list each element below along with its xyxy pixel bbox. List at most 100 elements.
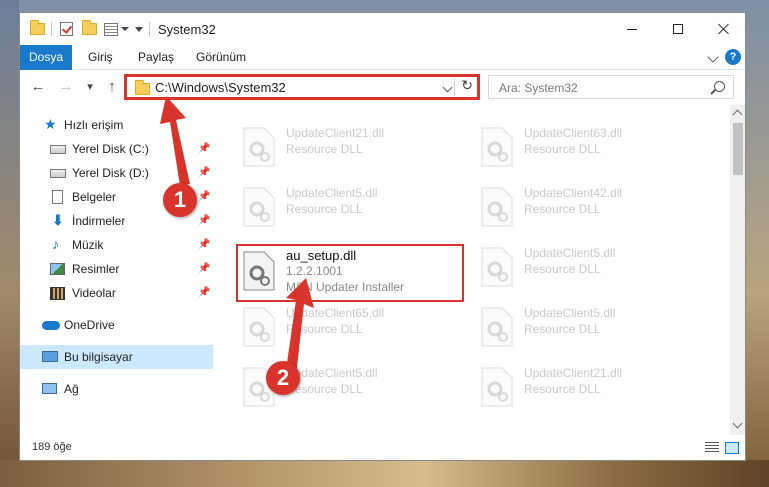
minimize-icon — [627, 28, 637, 30]
vertical-scrollbar[interactable] — [730, 105, 745, 435]
file-description: Resource DLL — [524, 262, 601, 276]
sidebar-item-label: Yerel Disk (D:) — [72, 166, 149, 180]
expand-ribbon-chevron-icon[interactable] — [707, 51, 719, 63]
file-description: Resource DLL — [524, 322, 601, 336]
sidebar-item-label: Videolar — [72, 286, 116, 300]
up-button[interactable]: ↑ — [104, 79, 120, 95]
maximize-button[interactable] — [655, 13, 701, 45]
sidebar-item-label: Resimler — [72, 262, 120, 276]
file-name: UpdateClient5.dll — [524, 306, 616, 320]
file-tile[interactable]: UpdateClient21.dll Resource DLL — [476, 361, 706, 407]
address-separator — [454, 78, 455, 96]
file-tile[interactable]: UpdateClient63.dll Resource DLL — [476, 121, 706, 167]
file-description: Resource DLL — [286, 202, 363, 216]
dll-file-icon — [481, 187, 513, 227]
details-view-icon[interactable] — [705, 442, 719, 454]
sidebar-item-quick-access[interactable]: ★ Hızlı erişim — [20, 113, 213, 137]
refresh-button[interactable]: ↻ — [461, 77, 473, 94]
forward-button[interactable]: → — [58, 79, 74, 95]
file-tile[interactable]: UpdateClient5.dll Resource DLL — [476, 241, 706, 287]
maximize-icon — [673, 24, 683, 34]
sidebar-item-this-pc[interactable]: Bu bilgisayar — [20, 345, 213, 369]
file-tile[interactable]: UpdateClient42.dll Resource DLL — [476, 181, 706, 227]
network-icon — [42, 383, 58, 397]
scrollbar-thumb[interactable] — [733, 123, 743, 175]
sidebar-item-label: Belgeler — [72, 190, 117, 204]
sidebar-item-onedrive[interactable]: OneDrive — [20, 313, 213, 337]
dll-file-icon — [481, 127, 513, 167]
file-name: UpdateClient21.dll — [524, 366, 623, 380]
search-input[interactable]: Ara: System32 — [488, 75, 734, 99]
pin-icon[interactable]: 📌 — [198, 215, 210, 226]
file-name: UpdateClient5.dll — [524, 246, 616, 260]
file-tile[interactable]: UpdateClient5.dll Resource DLL — [238, 181, 468, 227]
file-name: UpdateClient21.dll — [286, 126, 385, 140]
scroll-down-arrow-icon[interactable] — [732, 418, 743, 429]
chevron-down-icon[interactable] — [135, 26, 143, 32]
tab-view[interactable]: Görünüm — [186, 45, 256, 70]
sidebar-item-drive-d[interactable]: Yerel Disk (D:) 📌 — [20, 161, 213, 185]
window-title: System32 — [158, 22, 216, 37]
title-bar: System32 — [20, 13, 745, 45]
recent-locations-button[interactable]: ▾ — [82, 79, 98, 95]
ribbon-tabs: Dosya Giriş Paylaş Görünüm ? — [20, 45, 745, 70]
sidebar-item-videos[interactable]: Videolar 📌 — [20, 281, 213, 305]
tiles-view-icon[interactable] — [725, 442, 739, 454]
step-2-callout: 2 — [266, 361, 300, 395]
file-highlight-box — [236, 244, 464, 302]
file-tile[interactable]: UpdateClient5.dll Resource DLL — [476, 301, 706, 347]
address-bar[interactable]: C:\Windows\System32 ↻ — [126, 75, 478, 99]
pin-icon[interactable]: 📌 — [198, 191, 210, 202]
file-description: Resource DLL — [524, 142, 601, 156]
pin-icon[interactable]: 📌 — [198, 143, 210, 154]
sidebar-item-music[interactable]: ♪ Müzik 📌 — [20, 233, 213, 257]
sidebar-item-label: Yerel Disk (C:) — [72, 142, 149, 156]
pin-icon[interactable]: 📌 — [198, 287, 210, 298]
address-history-chevron-icon[interactable] — [442, 82, 453, 93]
new-folder-icon[interactable] — [82, 20, 97, 35]
star-icon: ★ — [44, 116, 57, 132]
address-path[interactable]: C:\Windows\System32 — [155, 80, 286, 95]
drive-icon — [50, 142, 66, 156]
tab-file[interactable]: Dosya — [20, 45, 72, 70]
back-button[interactable]: ← — [30, 79, 46, 95]
help-icon[interactable]: ? — [725, 49, 741, 65]
sidebar-item-label: OneDrive — [64, 318, 115, 332]
properties-check-icon[interactable] — [60, 22, 73, 36]
file-tile[interactable]: UpdateClient21.dll Resource DLL — [238, 121, 468, 167]
scroll-up-arrow-icon[interactable] — [732, 109, 743, 120]
sidebar-item-label: Müzik — [72, 238, 104, 252]
pin-icon[interactable]: 📌 — [198, 239, 210, 250]
pin-icon[interactable]: 📌 — [198, 263, 210, 274]
sidebar-item-drive-c[interactable]: Yerel Disk (C:) 📌 — [20, 137, 213, 161]
sidebar-item-label: Bu bilgisayar — [64, 350, 133, 364]
address-folder-icon — [135, 80, 150, 95]
sidebar-item-pictures[interactable]: Resimler 📌 — [20, 257, 213, 281]
file-description: Resource DLL — [286, 322, 363, 336]
navigation-bar: ← → ▾ ↑ C:\Windows\System32 ↻ Ara: Syste… — [20, 71, 745, 103]
dll-file-icon — [481, 307, 513, 347]
tab-home[interactable]: Giriş — [78, 45, 123, 70]
tab-share[interactable]: Paylaş — [128, 45, 184, 70]
onedrive-cloud-icon — [42, 318, 60, 332]
desktop-background-right — [745, 0, 769, 487]
sidebar-item-network[interactable]: Ağ — [20, 377, 213, 401]
search-icon[interactable] — [714, 81, 725, 92]
title-separator — [149, 22, 150, 36]
dll-file-icon — [481, 367, 513, 407]
sidebar-item-label: Ağ — [64, 382, 79, 396]
pin-icon[interactable]: 📌 — [198, 167, 210, 178]
search-placeholder: Ara: System32 — [499, 81, 578, 95]
file-tile[interactable]: UpdateClient65.dll Resource DLL — [238, 301, 468, 347]
videos-icon — [50, 287, 66, 301]
customize-toolbar-caret-icon[interactable] — [121, 27, 129, 31]
step-1-callout: 1 — [163, 183, 197, 217]
sidebar-item-label: Hızlı erişim — [64, 118, 124, 132]
file-name: UpdateClient5.dll — [286, 186, 378, 200]
close-button[interactable] — [701, 13, 745, 45]
file-description: Resource DLL — [524, 382, 601, 396]
view-options-icon[interactable] — [104, 22, 118, 36]
file-name: UpdateClient42.dll — [524, 186, 623, 200]
pictures-icon — [50, 263, 66, 277]
minimize-button[interactable] — [609, 13, 655, 45]
